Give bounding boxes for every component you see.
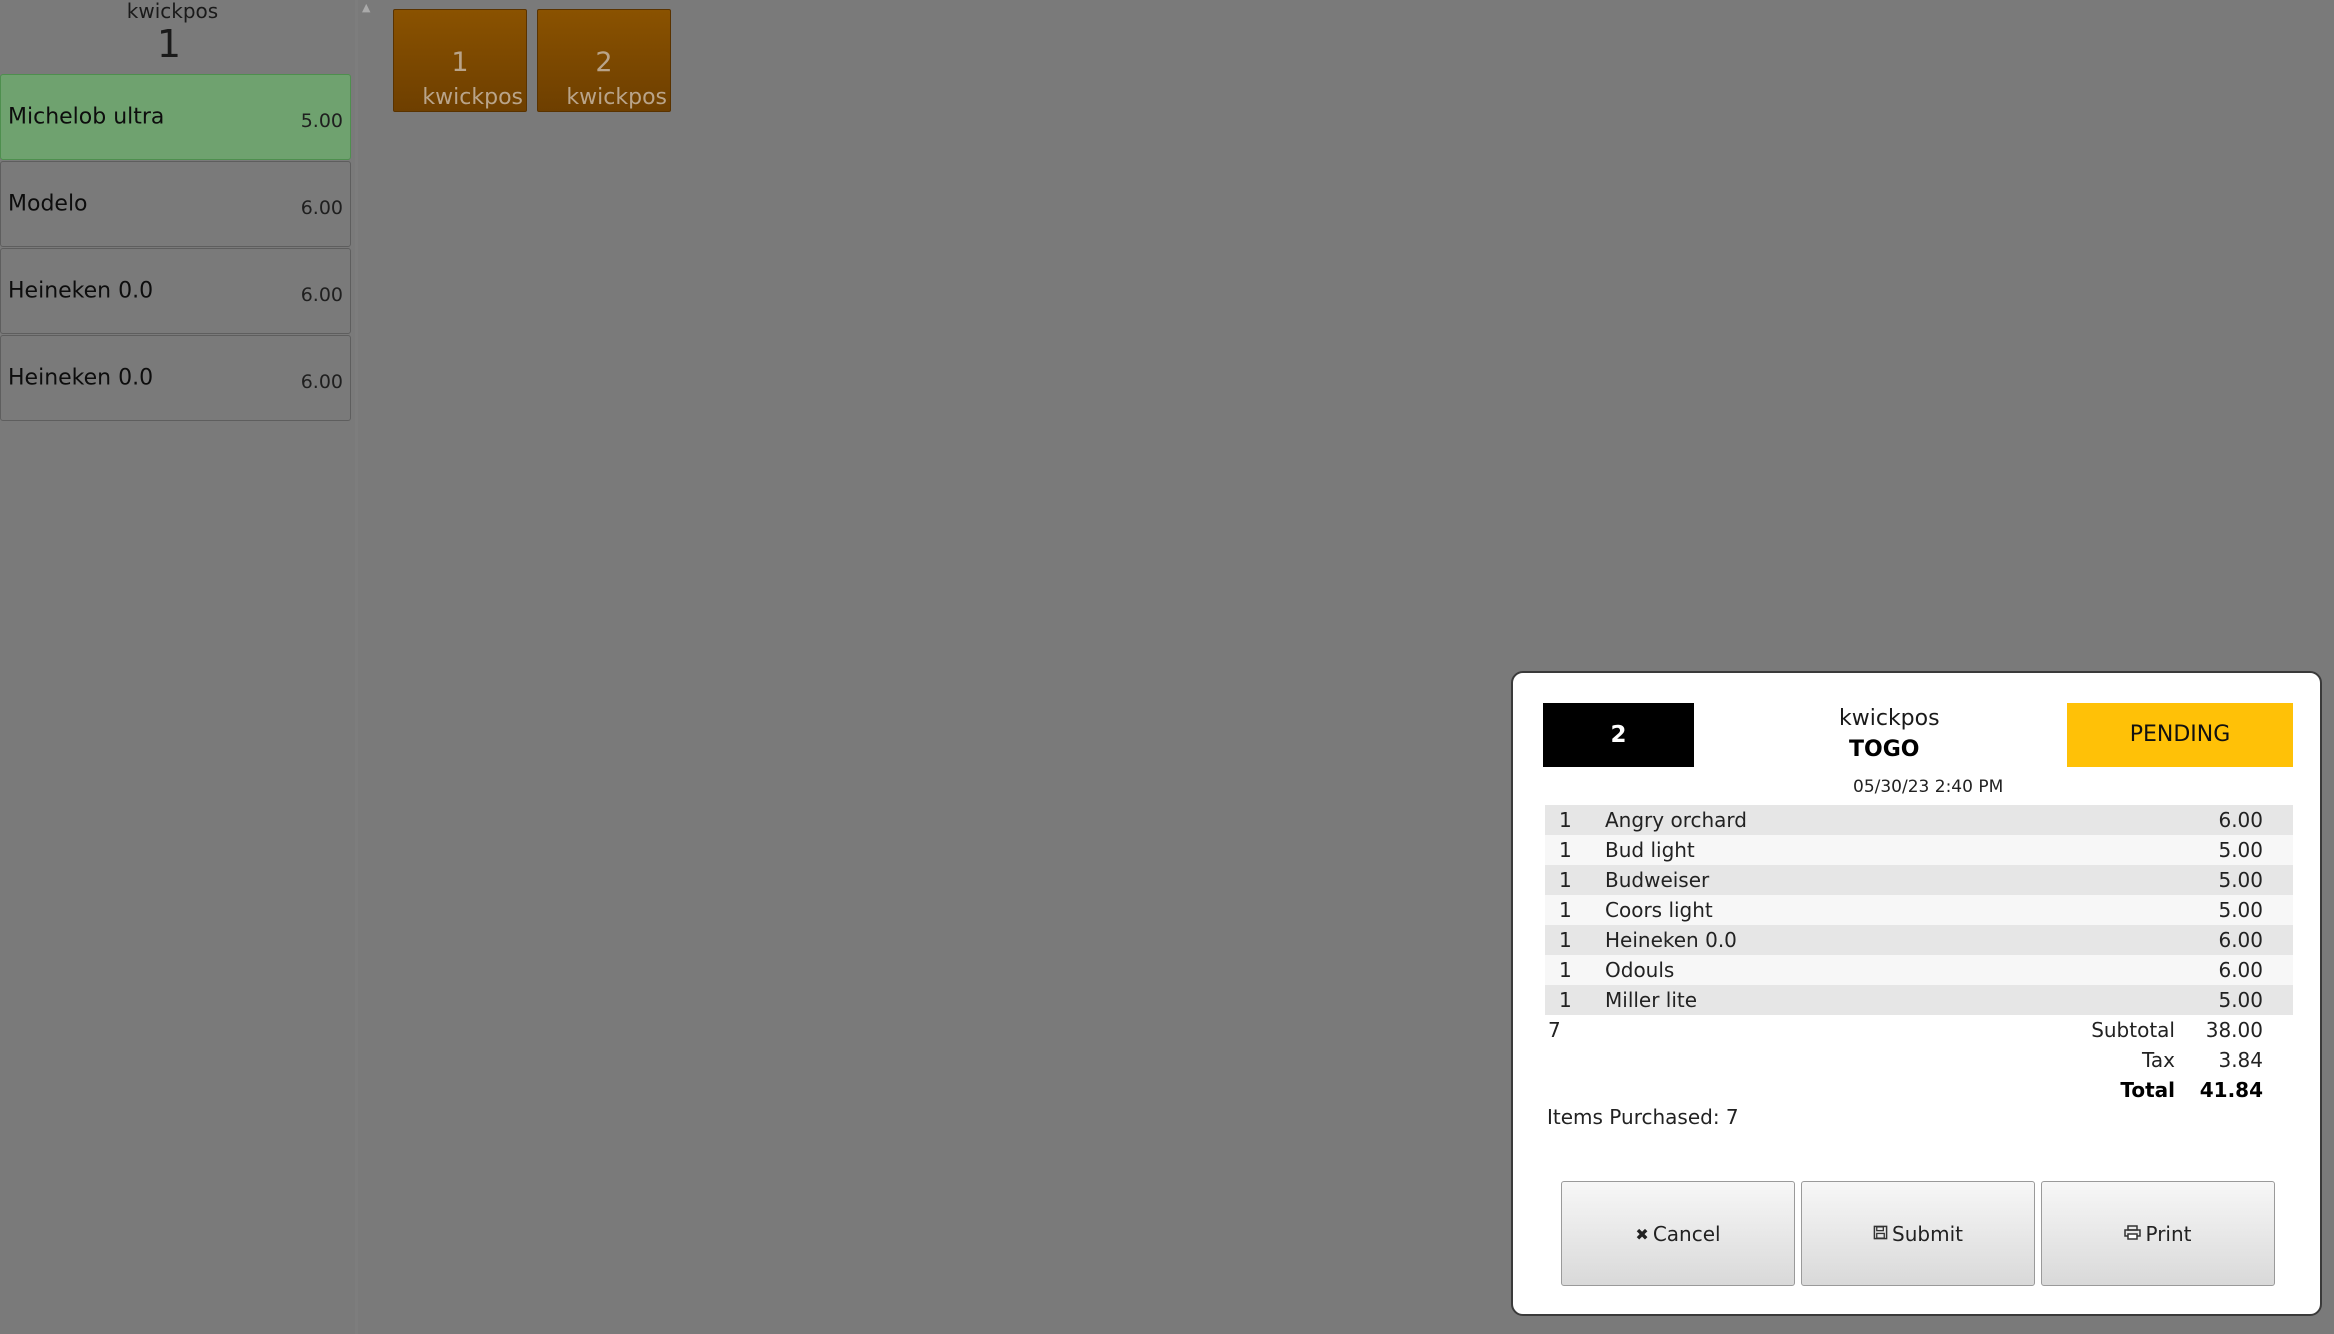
ticket-number: 2 — [595, 47, 613, 78]
item-count: 7 — [1548, 1018, 1561, 1042]
print-button[interactable]: Print — [2041, 1181, 2275, 1286]
table-row: 1 Angry orchard 6.00 — [1545, 805, 2293, 835]
item-name: Bud light — [1605, 838, 1695, 862]
order-item[interactable]: Michelob ultra 5.00 — [0, 74, 351, 160]
table-row: 1 Coors light 5.00 — [1545, 895, 2293, 925]
table-row: 1 Miller lite 5.00 — [1545, 985, 2293, 1015]
order-panel-count: 1 — [156, 22, 182, 66]
order-type: TOGO — [1849, 737, 1920, 762]
subtotal-row: 7 Subtotal 38.00 — [1545, 1015, 2293, 1045]
item-qty: 1 — [1559, 808, 1572, 832]
tax-row: Tax 3.84 — [1545, 1045, 2293, 1075]
ticket-number: 1 — [451, 47, 469, 78]
order-panel-user: kwickpos — [126, 0, 219, 23]
tax-value: 3.84 — [2218, 1048, 2263, 1072]
panel-divider — [355, 0, 358, 1334]
subtotal-value: 38.00 — [2205, 1018, 2263, 1042]
table-row: 1 Bud light 5.00 — [1545, 835, 2293, 865]
item-name: Odouls — [1605, 958, 1675, 982]
item-qty: 1 — [1559, 988, 1572, 1012]
subtotal-label: Subtotal — [2091, 1018, 2175, 1042]
item-qty: 1 — [1559, 958, 1572, 982]
ticket-user: kwickpos — [422, 85, 523, 110]
total-value: 41.84 — [2199, 1078, 2263, 1102]
order-datetime: 05/30/23 2:40 PM — [1853, 777, 2004, 797]
order-item-price: 5.00 — [300, 110, 343, 133]
item-name: Budweiser — [1605, 868, 1710, 892]
order-item-name: Modelo — [8, 191, 88, 217]
print-button-label: Print — [2145, 1222, 2192, 1246]
dialog-user: kwickpos — [1839, 706, 1940, 731]
submit-button[interactable]: Submit — [1801, 1181, 2035, 1286]
tax-label: Tax — [2142, 1048, 2175, 1072]
item-price: 6.00 — [2218, 808, 2263, 832]
ticket-user: kwickpos — [566, 85, 667, 110]
save-icon — [1873, 1182, 1888, 1287]
item-qty: 1 — [1559, 898, 1572, 922]
order-panel: kwickpos 1 Michelob ultra 5.00 Modelo 6.… — [0, 0, 355, 1334]
order-item[interactable]: Heineken 0.0 6.00 — [0, 335, 351, 421]
item-price: 5.00 — [2218, 898, 2263, 922]
item-price: 5.00 — [2218, 868, 2263, 892]
item-name: Miller lite — [1605, 988, 1698, 1012]
submit-button-label: Submit — [1892, 1222, 1963, 1246]
item-price: 6.00 — [2218, 928, 2263, 952]
item-price: 5.00 — [2218, 988, 2263, 1012]
order-number-badge: 2 — [1543, 703, 1694, 767]
item-price: 5.00 — [2218, 838, 2263, 862]
table-row: 1 Budweiser 5.00 — [1545, 865, 2293, 895]
items-purchased: Items Purchased: 7 — [1547, 1105, 1739, 1129]
cancel-button-label: Cancel — [1652, 1222, 1721, 1246]
printer-icon — [2124, 1182, 2142, 1287]
item-qty: 1 — [1559, 868, 1572, 892]
order-items-table: 1 Angry orchard 6.00 1 Bud light 5.00 1 … — [1545, 805, 2293, 1015]
order-item-name: Heineken 0.0 — [8, 278, 154, 304]
total-label: Total — [2120, 1078, 2175, 1102]
item-name: Coors light — [1605, 898, 1713, 922]
scroll-up-arrow-icon[interactable]: ▲ — [362, 2, 374, 14]
order-item-name: Michelob ultra — [8, 104, 165, 130]
order-item-price: 6.00 — [300, 197, 343, 220]
order-item[interactable]: Heineken 0.0 6.00 — [0, 248, 351, 334]
order-item[interactable]: Modelo 6.00 — [0, 161, 351, 247]
total-row: Total 41.84 — [1545, 1075, 2293, 1105]
close-icon: ✖ — [1635, 1225, 1649, 1244]
order-dialog: 2 kwickpos TOGO PENDING 05/30/23 2:40 PM… — [1511, 671, 2322, 1316]
order-item-price: 6.00 — [300, 284, 343, 307]
ticket-button[interactable]: 1 kwickpos — [393, 9, 527, 112]
order-item-price: 6.00 — [300, 371, 343, 394]
item-qty: 1 — [1559, 928, 1572, 952]
item-qty: 1 — [1559, 838, 1572, 862]
order-totals: 7 Subtotal 38.00 Tax 3.84 Total 41.84 — [1545, 1015, 2293, 1105]
item-name: Heineken 0.0 — [1605, 928, 1737, 952]
table-row: 1 Odouls 6.00 — [1545, 955, 2293, 985]
table-row: 1 Heineken 0.0 6.00 — [1545, 925, 2293, 955]
pos-screen: kwickpos 1 Michelob ultra 5.00 Modelo 6.… — [0, 0, 2334, 1334]
item-name: Angry orchard — [1605, 808, 1747, 832]
status-badge: PENDING — [2067, 703, 2293, 767]
item-price: 6.00 — [2218, 958, 2263, 982]
ticket-button[interactable]: 2 kwickpos — [537, 9, 671, 112]
cancel-button[interactable]: ✖ Cancel — [1561, 1181, 1795, 1286]
order-item-name: Heineken 0.0 — [8, 365, 154, 391]
